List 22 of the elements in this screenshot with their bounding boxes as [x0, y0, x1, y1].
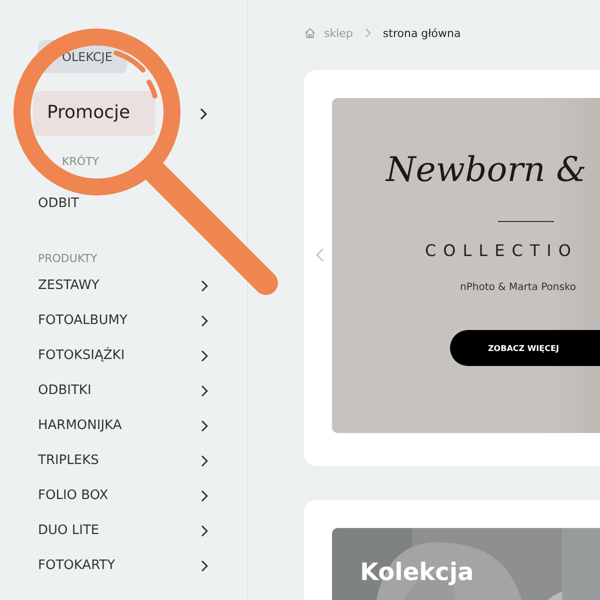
menu-item[interactable]: TRIPLEKS — [38, 443, 208, 478]
chevron-right-icon — [364, 28, 371, 38]
menu-item[interactable]: FOTOKARTY — [38, 548, 208, 583]
menu-item[interactable]: FOLIO BOX — [38, 478, 208, 513]
banner-title: Newborn & — [386, 150, 586, 190]
promotions-button[interactable]: Promocje — [33, 91, 155, 136]
menu-item[interactable]: FOTOALBUMY — [38, 303, 208, 338]
banner-title: Kolekcja — [360, 557, 474, 588]
see-more-button[interactable]: ZOBACZ WIĘCEJ — [450, 330, 600, 366]
menu-item[interactable]: FOTOKSIĄŻKI — [38, 338, 208, 373]
banner-subtitle: COLLECTIO — [425, 241, 578, 260]
section-heading: KRÓTY — [61, 154, 100, 170]
menu-item[interactable]: HARMONIJKA — [38, 408, 208, 443]
menu-item[interactable]: ODBIT — [38, 186, 208, 221]
chevron-left-icon[interactable] — [316, 248, 324, 262]
section-heading: PRODUKTY — [38, 251, 98, 267]
breadcrumb-link[interactable]: strona główna — [382, 26, 461, 40]
banner-credit: nPhoto & Marta Ponsko — [460, 282, 576, 293]
menu-item[interactable]: DUO LITE — [38, 513, 208, 548]
menu-item[interactable]: ODBITKI — [38, 373, 208, 408]
menu-item[interactable]: ZESTAWY — [38, 268, 208, 303]
home-icon[interactable] — [304, 27, 316, 39]
